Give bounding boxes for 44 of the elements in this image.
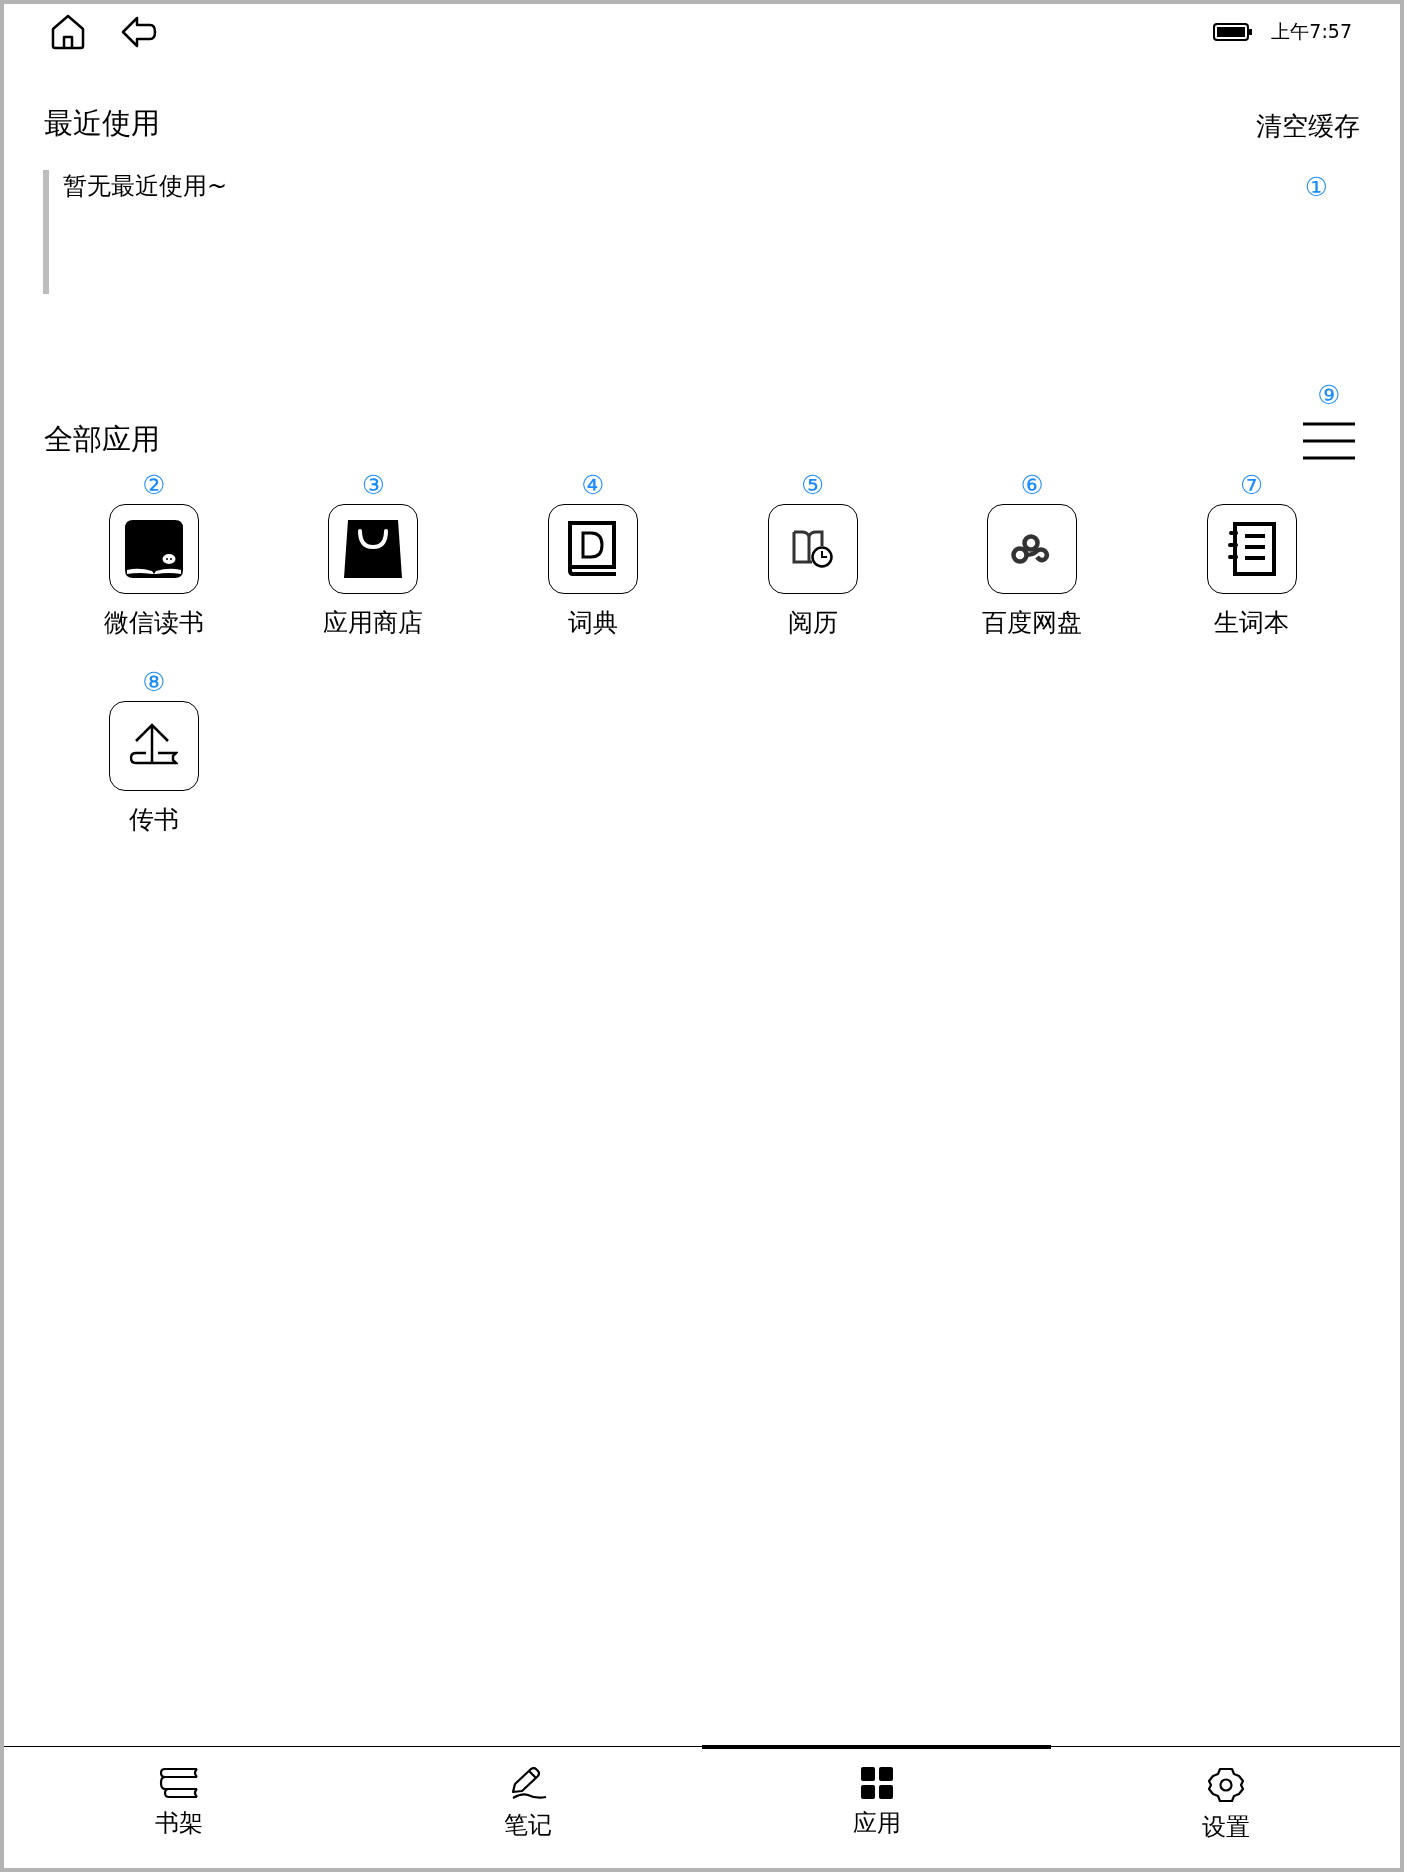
app-tile[interactable] <box>548 504 638 594</box>
menu-icon[interactable] <box>1302 422 1356 460</box>
nav-tab[interactable]: 应用 <box>702 1745 1051 1868</box>
annotation-marker: ④ <box>581 472 605 498</box>
section-title: 最近使用 <box>44 105 160 142</box>
app-name: 生词本 <box>1214 607 1290 639</box>
app-tile[interactable] <box>987 504 1078 594</box>
shopping-bag-icon <box>343 519 404 579</box>
clock-time: 上午7:57 <box>1271 19 1352 44</box>
annotation-marker: ⑤ <box>800 472 825 498</box>
back-arrow-icon[interactable] <box>120 15 158 49</box>
battery-icon <box>1213 23 1254 41</box>
app-tile[interactable] <box>108 701 199 791</box>
annotation-marker: ⑨ <box>1317 382 1341 408</box>
annotation-marker: ⑥ <box>1020 472 1044 498</box>
grid-icon <box>860 1767 893 1799</box>
annotation-marker: ⑧ <box>142 669 166 695</box>
clear-cache-button[interactable]: 清空缓存 <box>1256 109 1360 144</box>
book-chat-icon <box>124 520 183 578</box>
app-name: 阅历 <box>787 607 838 639</box>
app-tile[interactable] <box>108 504 199 594</box>
annotation-marker: ① <box>1304 174 1328 200</box>
annotation-marker: ③ <box>361 472 386 498</box>
nav-tab[interactable]: 书架 <box>4 1745 353 1868</box>
book-clock-icon <box>791 530 834 568</box>
annotation-marker: ② <box>142 472 166 498</box>
notebook-icon <box>1226 521 1277 577</box>
section-title: 全部应用 <box>44 421 160 458</box>
app-tile[interactable] <box>328 504 419 594</box>
home-icon[interactable] <box>50 13 86 51</box>
app-name: 微信读书 <box>103 607 204 639</box>
app-name: 应用商店 <box>323 607 424 639</box>
app-name: 百度网盘 <box>982 607 1083 639</box>
nav-tab[interactable]: 笔记 <box>353 1745 702 1868</box>
books-icon <box>158 1767 199 1799</box>
nav-tab[interactable]: 设置 <box>1051 1745 1400 1868</box>
app-tile[interactable] <box>1206 504 1297 594</box>
app-name: 传书 <box>128 804 179 836</box>
app-tile[interactable] <box>767 504 858 594</box>
app-name: 词典 <box>568 607 618 639</box>
dictionary-book-icon <box>568 521 618 577</box>
settings-icon <box>1206 1767 1245 1803</box>
annotation-marker: ⑦ <box>1240 472 1264 498</box>
empty-message: 暂无最近使用~ <box>63 171 228 202</box>
